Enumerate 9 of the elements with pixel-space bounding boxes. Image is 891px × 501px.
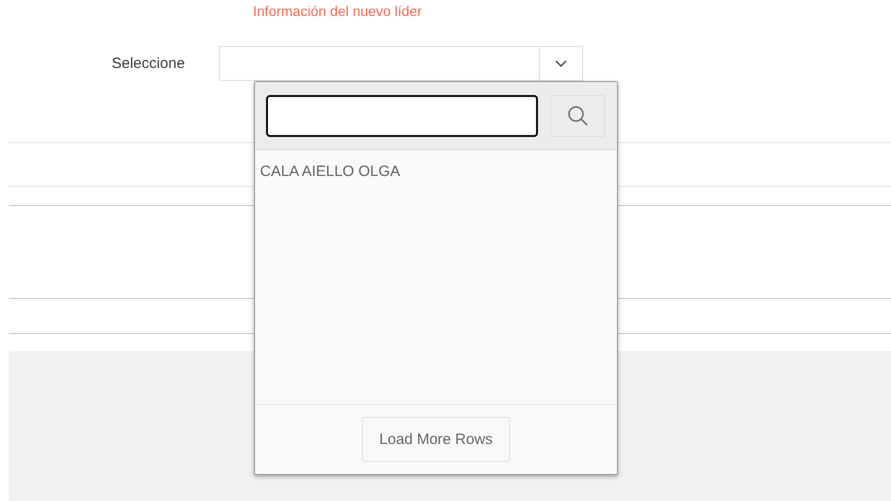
chevron-down-icon bbox=[555, 60, 567, 68]
load-more-button[interactable]: Load More Rows bbox=[362, 417, 510, 462]
section-heading: Información del nuevo líder bbox=[253, 2, 423, 21]
option-item[interactable]: CALA AIELLO OLGA bbox=[255, 163, 617, 183]
search-icon bbox=[566, 104, 588, 126]
select-field[interactable] bbox=[219, 46, 583, 81]
search-field[interactable] bbox=[266, 94, 538, 136]
search-button[interactable] bbox=[550, 94, 605, 136]
field-label: Seleccione bbox=[110, 55, 186, 72]
